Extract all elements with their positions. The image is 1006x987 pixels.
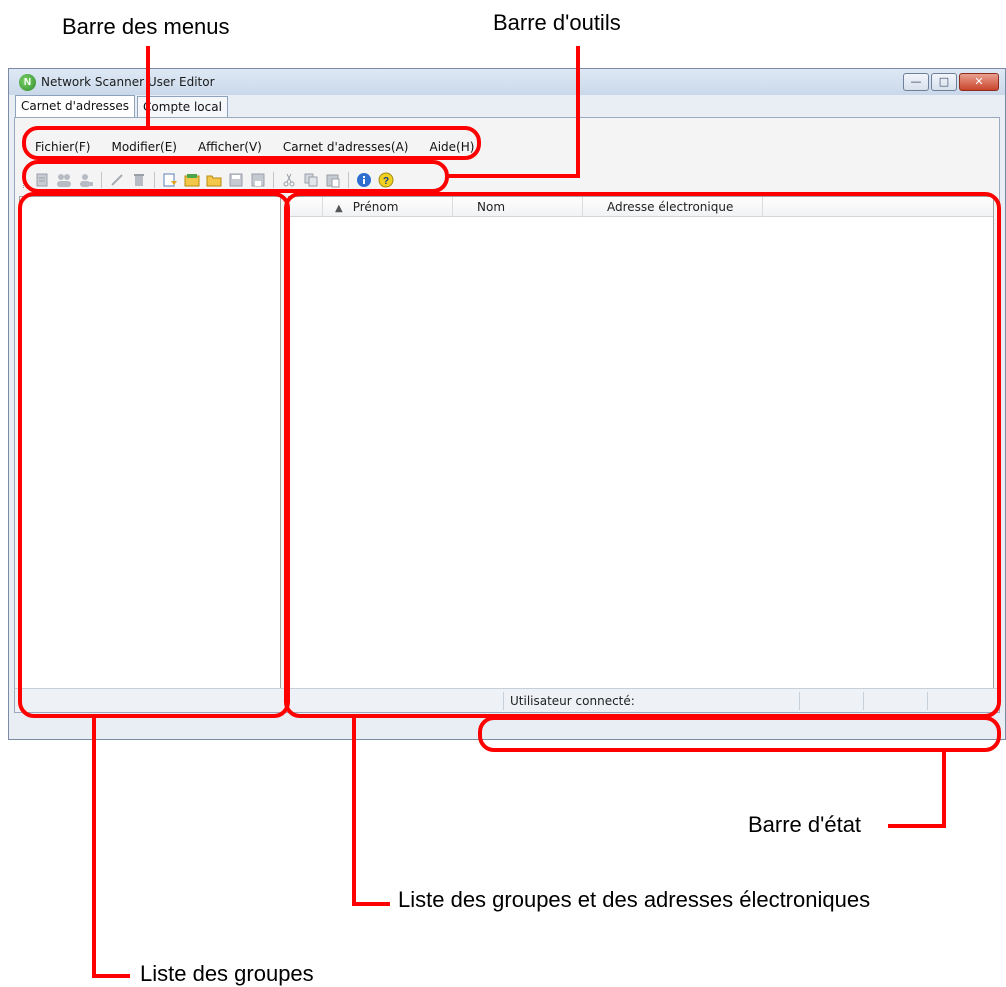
help-icon[interactable]: ? [378,172,394,188]
status-cell-2 [799,692,863,710]
callout-list-groups-addresses: Liste des groupes et des adresses électr… [398,887,871,912]
toolbar-separator [348,172,349,188]
leader-statusbar-v [942,752,946,828]
status-bar: Utilisateur connecté: [15,688,999,712]
maximize-button[interactable]: □ [931,73,957,91]
save-as-icon[interactable] [228,172,244,188]
leader-menubar [146,46,150,128]
menu-help[interactable]: Aide(H) [429,140,474,160]
app-logo-icon: N [19,74,36,91]
cut-icon[interactable] [281,172,297,188]
import-icon[interactable] [162,172,178,188]
app-window: N Network Scanner User Editor — □ ✕ Carn… [8,68,1006,740]
title-bar[interactable]: N Network Scanner User Editor — □ ✕ [9,69,1005,95]
leader-groups-h [92,974,130,978]
column-first-name[interactable]: ▲ Prénom [323,197,453,217]
tab-local-account[interactable]: Compte local [137,96,228,117]
sort-ascending-icon: ▲ [335,203,343,214]
new-group-icon[interactable] [56,172,72,188]
toolbar-separator [101,172,102,188]
menu-edit[interactable]: Modifier(E) [111,140,176,160]
column-last-name[interactable]: Nom [453,197,583,217]
menu-bar: Fichier(F) Modifier(E) Afficher(V) Carne… [35,140,495,160]
close-button[interactable]: ✕ [959,73,999,91]
svg-text:?: ? [383,176,389,187]
column-last-name-label: Nom [477,200,506,214]
menu-view[interactable]: Afficher(V) [198,140,262,160]
leader-toolbar-v [576,46,580,176]
info-icon[interactable] [356,172,372,188]
save-icon[interactable] [250,172,266,188]
leader-statusbar-h [888,824,946,828]
edit-icon[interactable] [109,172,125,188]
column-email-label: Adresse électronique [607,200,734,214]
open-folder-icon[interactable] [206,172,222,188]
menu-file[interactable]: Fichier(F) [35,140,90,160]
tab-address-book[interactable]: Carnet d'adresses [15,95,136,118]
add-member-icon[interactable] [78,172,94,188]
toolbar-grip[interactable] [23,172,27,188]
callout-statusbar: Barre d'état [748,812,862,837]
minimize-button[interactable]: — [903,73,929,91]
tab-strip: Carnet d'adresses Compte local [15,95,228,118]
list-header: ▲ Prénom Nom Adresse électronique [289,197,993,217]
group-list-pane[interactable] [19,196,281,708]
paste-icon[interactable] [325,172,341,188]
open-book-icon[interactable] [184,172,200,188]
leader-address-v [352,716,356,906]
leader-groups-v [92,716,96,978]
status-cell-4 [927,692,993,710]
leader-toolbar-h [446,174,580,178]
callout-toolbar: Barre d'outils [493,10,621,35]
column-spacer [289,197,323,217]
toolbar-separator [273,172,274,188]
address-list-pane[interactable]: ▲ Prénom Nom Adresse électronique [288,196,994,708]
tab-content: Fichier(F) Modifier(E) Afficher(V) Carne… [14,117,1000,713]
menu-address-book[interactable]: Carnet d'adresses(A) [283,140,409,160]
column-email[interactable]: Adresse électronique [583,197,763,217]
status-logged-user: Utilisateur connecté: [503,692,799,710]
window-title: Network Scanner User Editor [41,75,215,89]
column-first-name-label: Prénom [352,200,399,214]
callout-list-groups: Liste des groupes [140,961,314,986]
callout-menubar: Barre des menus [62,14,230,39]
leader-address-h [352,902,390,906]
new-address-icon[interactable] [34,172,50,188]
toolbar-separator [154,172,155,188]
copy-icon[interactable] [303,172,319,188]
toolbar: ? [23,169,397,191]
status-cell-3 [863,692,927,710]
delete-icon[interactable] [131,172,147,188]
